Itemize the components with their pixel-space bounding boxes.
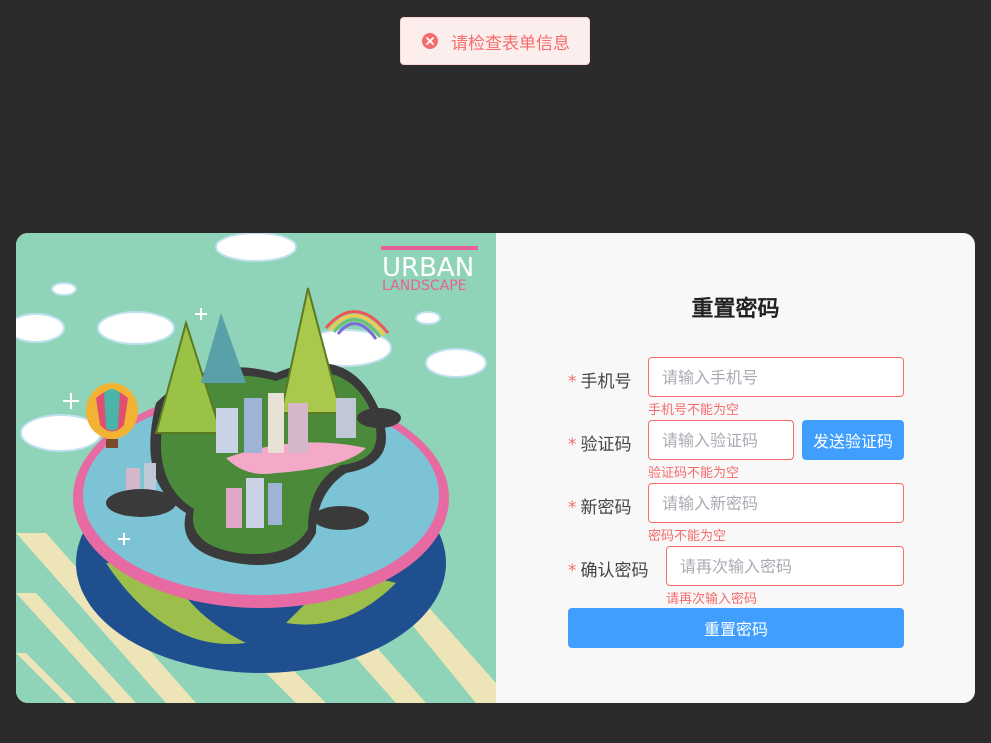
reset-password-card: URBAN LANDSCAPE 重置密码 *手机号 手机号不能为空 *验证码 发… xyxy=(16,233,975,703)
code-label: * 验证码 xyxy=(568,430,632,455)
required-mark: * xyxy=(568,435,577,455)
confirm-password-input[interactable] xyxy=(666,546,904,586)
required-mark: * xyxy=(568,498,577,518)
phone-label: * 手机号 xyxy=(568,367,632,392)
phone-input[interactable] xyxy=(648,357,904,397)
verification-code-input[interactable] xyxy=(648,420,794,460)
error-circle-icon xyxy=(422,33,438,49)
code-label-text: 验证码 xyxy=(580,435,632,455)
send-code-button[interactable]: 发送验证码 xyxy=(802,420,904,460)
phone-error: 手机号不能为空 xyxy=(648,403,740,418)
required-mark: * xyxy=(568,372,577,392)
logo-subtitle: LANDSCAPE xyxy=(382,278,466,294)
reset-password-button[interactable]: 重置密码 xyxy=(568,608,904,648)
confirm-password-label: * 确认密码 xyxy=(568,556,649,581)
urban-landscape-illustration: URBAN LANDSCAPE xyxy=(16,233,496,703)
error-toast: 请检查表单信息 xyxy=(400,17,590,65)
required-mark: * xyxy=(568,561,577,581)
new-password-label-text: 新密码 xyxy=(580,498,632,518)
reset-password-form: 重置密码 *手机号 手机号不能为空 *验证码 发送验证码 验证码不能为空 *新密… xyxy=(496,233,975,703)
new-password-label: * 新密码 xyxy=(568,493,632,518)
toast-message: 请检查表单信息 xyxy=(451,33,570,54)
new-password-error: 密码不能为空 xyxy=(648,529,727,544)
confirm-password-label-text: 确认密码 xyxy=(580,561,649,581)
new-password-input[interactable] xyxy=(648,483,904,523)
phone-label-text: 手机号 xyxy=(580,372,632,392)
confirm-password-error: 请再次输入密码 xyxy=(666,592,758,607)
code-error: 验证码不能为空 xyxy=(648,466,740,481)
form-title: 重置密码 xyxy=(691,297,780,322)
